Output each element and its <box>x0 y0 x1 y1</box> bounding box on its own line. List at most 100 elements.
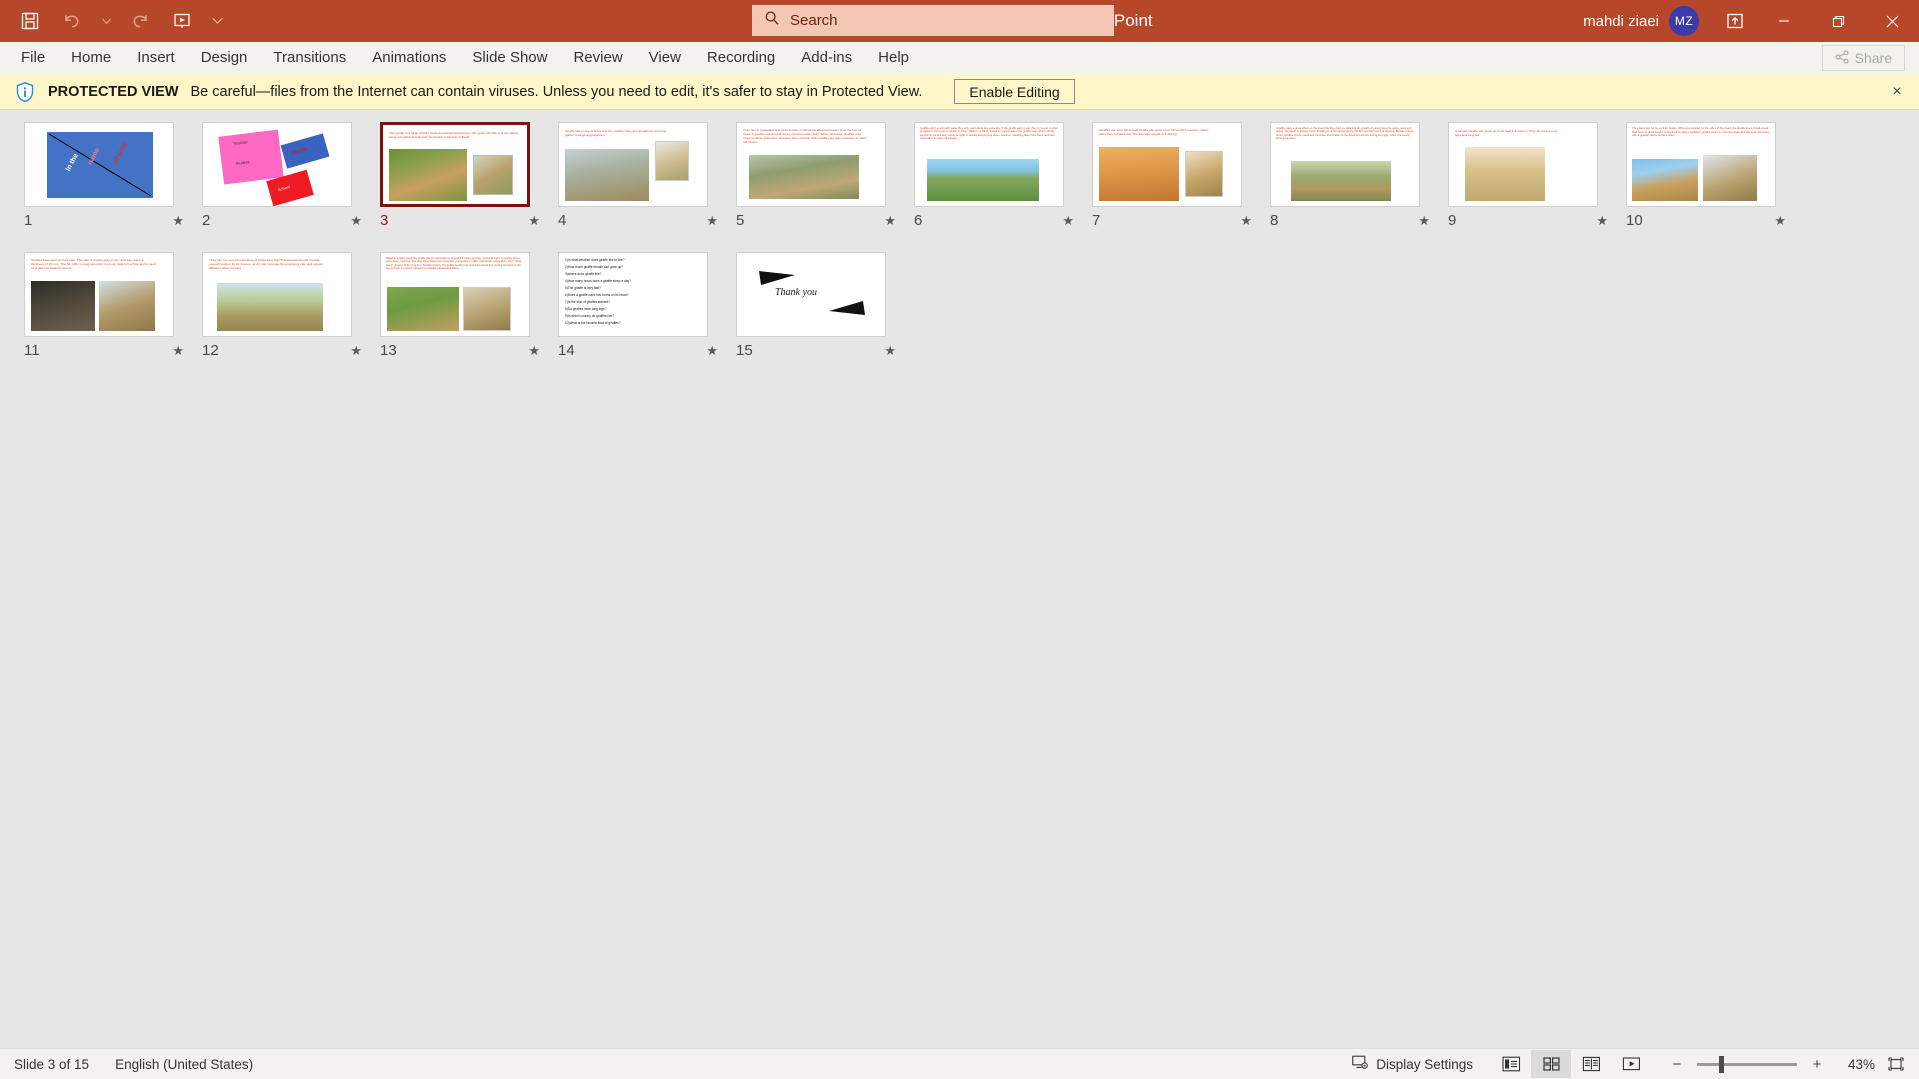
slide-7-star-icon[interactable]: ★ <box>1240 214 1252 227</box>
slide-3-content: The giraffe is a large African hoofed ma… <box>380 122 530 207</box>
search-input[interactable]: Search <box>752 5 1114 36</box>
customize-quick-access-chevron-down-icon[interactable] <box>210 7 224 35</box>
slide-15-star-icon[interactable]: ★ <box>884 344 896 357</box>
slide-6-star-icon[interactable]: ★ <box>1062 214 1074 227</box>
slide-sorter-view-button[interactable] <box>1531 1050 1571 1078</box>
tab-recording[interactable]: Recording <box>694 42 788 74</box>
slide-show-button[interactable] <box>1611 1050 1651 1078</box>
zoom-in-button[interactable]: + <box>1807 1054 1827 1074</box>
fit-slide-to-window-button[interactable] <box>1885 1053 1907 1075</box>
slide-12-star-icon[interactable]: ★ <box>350 344 362 357</box>
save-icon[interactable] <box>16 7 44 35</box>
language-indicator[interactable]: English (United States) <box>115 1057 253 1072</box>
slide-thumbnail-10[interactable]: They have two horns on their heads. With… <box>1616 122 1794 252</box>
tab-help[interactable]: Help <box>865 42 922 74</box>
avatar[interactable]: MZ <box>1669 6 1699 36</box>
account-name[interactable]: mahdi ziaei <box>1583 13 1659 30</box>
slide-14-canvas[interactable]: 1)In what weather does giraffe like to l… <box>558 252 708 337</box>
slide-thumbnail-14[interactable]: 1)In what weather does giraffe like to l… <box>548 252 726 382</box>
tab-home[interactable]: Home <box>58 42 124 74</box>
slide-number-9: 9 <box>1448 211 1457 229</box>
zoom-slider-handle[interactable] <box>1719 1055 1724 1073</box>
slide-number-4: 4 <box>558 211 567 229</box>
slide-7-canvas[interactable]: Giraffes are very tall.A male giraffe ca… <box>1092 122 1242 207</box>
ribbon-display-options-icon[interactable] <box>1713 0 1757 42</box>
slide-2-star-icon[interactable]: ★ <box>350 214 362 227</box>
slide-15-canvas[interactable]: Thank you <box>736 252 886 337</box>
slide-thumbnail-6[interactable]: Giraffes don't need much water.they only… <box>904 122 1082 252</box>
slide-thumbnail-8[interactable]: Giraffes have a great effect on the tree… <box>1260 122 1438 252</box>
slide-10-image-giraffe-two <box>1703 155 1757 201</box>
close-banner-icon[interactable]: × <box>1887 82 1907 102</box>
slide-thumbnail-1[interactable]: In the name of God 1 ★ <box>14 122 192 252</box>
slide-thumbnail-4[interactable]: Giraffe like to live in a hot and dry we… <box>548 122 726 252</box>
slide-9-canvas[interactable]: A female Giraffe can grow up to 14 feet(… <box>1448 122 1598 207</box>
slide-thumbnail-2[interactable]: Teacher: Student: Giraffe School 2 ★ <box>192 122 370 252</box>
slide-sorter-pane[interactable]: In the name of God 1 ★ Teacher: Student: <box>0 110 1919 1048</box>
slide-1-star-icon[interactable]: ★ <box>172 214 184 227</box>
slide-indicator[interactable]: Slide 3 of 15 <box>14 1057 89 1072</box>
slide-thumbnail-9[interactable]: A female Giraffe can grow up to 14 feet(… <box>1438 122 1616 252</box>
minimize-button[interactable] <box>1757 0 1811 42</box>
slide-8-canvas[interactable]: Giraffes have a great effect on the tree… <box>1270 122 1420 207</box>
slide-thumbnail-5[interactable]: They live in grassland and open forests … <box>726 122 904 252</box>
zoom-level-label[interactable]: 43% <box>1837 1057 1875 1072</box>
reading-view-button[interactable] <box>1571 1050 1611 1078</box>
slide-12-canvas[interactable]: They can run very fast because of those … <box>202 252 352 337</box>
close-button[interactable] <box>1865 0 1919 42</box>
slide-1-meta: 1 ★ <box>24 207 184 233</box>
slide-thumbnail-3[interactable]: The giraffe is a large African hoofed ma… <box>370 122 548 252</box>
slide-4-star-icon[interactable]: ★ <box>706 214 718 227</box>
slide-11-canvas[interactable]: Giraffes have spot on their skin. The sk… <box>24 252 174 337</box>
status-bar: Slide 3 of 15 English (United States) Di… <box>0 1048 1919 1079</box>
slide-5-canvas[interactable]: They live in grassland and open forests … <box>736 122 886 207</box>
slide-14-star-icon[interactable]: ★ <box>706 344 718 357</box>
undo-icon[interactable] <box>58 7 86 35</box>
tab-slide-show[interactable]: Slide Show <box>459 42 560 74</box>
slide-3-canvas[interactable]: The giraffe is a large African hoofed ma… <box>380 122 530 207</box>
slide-1-canvas[interactable]: In the name of God <box>24 122 174 207</box>
normal-view-button[interactable] <box>1491 1050 1531 1078</box>
tab-animations[interactable]: Animations <box>359 42 459 74</box>
slide-10-canvas[interactable]: They have two horns on their heads. With… <box>1626 122 1776 207</box>
slide-11-content: Giraffes have spot on their skin. The sk… <box>24 252 174 337</box>
display-settings-button[interactable]: Display Settings <box>1352 1055 1473 1073</box>
slide-3-star-icon[interactable]: ★ <box>528 214 540 227</box>
tab-insert[interactable]: Insert <box>124 42 188 74</box>
protected-view-title: PROTECTED VIEW <box>48 83 179 100</box>
tab-view[interactable]: View <box>636 42 694 74</box>
tab-transitions[interactable]: Transitions <box>260 42 359 74</box>
slide-4-canvas[interactable]: Giraffe like to live in a hot and dry we… <box>558 122 708 207</box>
slide-5-star-icon[interactable]: ★ <box>884 214 896 227</box>
slide-3-meta: 3 ★ <box>380 207 540 233</box>
undo-dropdown-chevron-down-icon[interactable] <box>100 7 112 35</box>
slide-14-content: 1)In what weather does giraffe like to l… <box>558 252 708 337</box>
slide-thumbnail-15[interactable]: Thank you 15 ★ <box>726 252 904 382</box>
slide-13-star-icon[interactable]: ★ <box>528 344 540 357</box>
slide-2-canvas[interactable]: Teacher: Student: Giraffe School <box>202 122 352 207</box>
slide-11-star-icon[interactable]: ★ <box>172 344 184 357</box>
slide-thumbnail-11[interactable]: Giraffes have spot on their skin. The sk… <box>14 252 192 382</box>
tab-review[interactable]: Review <box>560 42 635 74</box>
quick-access-toolbar <box>0 7 224 35</box>
slide-thumbnail-12[interactable]: They can run very fast because of those … <box>192 252 370 382</box>
slide-13-canvas[interactable]: Water in uptake found the giraffe sleeps… <box>380 252 530 337</box>
zoom-out-button[interactable]: − <box>1667 1054 1687 1074</box>
slide-thumbnail-7[interactable]: Giraffes are very tall.A male giraffe ca… <box>1082 122 1260 252</box>
present-icon[interactable] <box>168 7 196 35</box>
share-label: Share <box>1854 50 1892 66</box>
redo-icon[interactable] <box>126 7 154 35</box>
tab-add-ins[interactable]: Add-ins <box>788 42 865 74</box>
slide-2-meta: 2 ★ <box>202 207 362 233</box>
zoom-slider[interactable] <box>1697 1055 1797 1073</box>
slide-6-canvas[interactable]: Giraffes don't need much water.they only… <box>914 122 1064 207</box>
slide-3-image-giraffes <box>389 149 467 201</box>
restore-button[interactable] <box>1811 0 1865 42</box>
slide-8-star-icon[interactable]: ★ <box>1418 214 1430 227</box>
slide-9-star-icon[interactable]: ★ <box>1596 214 1608 227</box>
slide-thumbnail-13[interactable]: Water in uptake found the giraffe sleeps… <box>370 252 548 382</box>
tab-file[interactable]: File <box>8 42 58 74</box>
enable-editing-button[interactable]: Enable Editing <box>954 79 1075 104</box>
tab-design[interactable]: Design <box>188 42 261 74</box>
slide-10-star-icon[interactable]: ★ <box>1774 214 1786 227</box>
